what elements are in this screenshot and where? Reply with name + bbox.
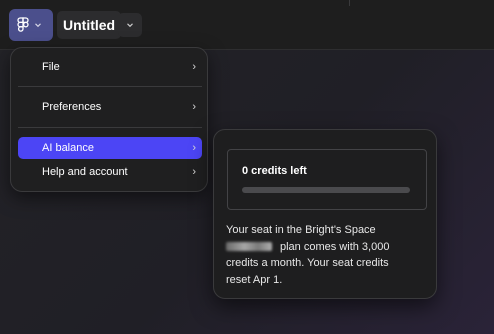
chevron-right-icon: › (192, 166, 196, 178)
menu-item-ai-balance[interactable]: AI balance › (18, 137, 202, 159)
menu-item-file[interactable]: File › (18, 56, 202, 78)
redacted-text (226, 242, 272, 252)
description-line: plan comes with 3,000 (280, 240, 390, 253)
menu-item-help-and-account[interactable]: Help and account › (18, 161, 202, 183)
main-menu-dropdown: File › Preferences › AI balance › Help a… (10, 47, 208, 192)
menu-item-label: Preferences (42, 101, 102, 113)
file-title[interactable]: Untitled (57, 11, 122, 39)
credits-card: 0 credits left (227, 149, 427, 210)
description-line: reset Apr 1. (226, 273, 283, 286)
menu-item-label: Help and account (42, 166, 128, 178)
chevron-right-icon: › (192, 101, 196, 113)
credits-left-label: 0 credits left (242, 165, 307, 177)
credits-description: Your seat in the Bright's Space plan com… (226, 222, 426, 288)
menu-divider (18, 127, 202, 128)
chevron-down-icon (34, 21, 42, 29)
menu-item-preferences[interactable]: Preferences › (18, 96, 202, 118)
chevron-down-icon (126, 16, 134, 34)
menu-divider (18, 86, 202, 87)
menu-item-label: AI balance (42, 142, 94, 154)
file-title-menu-button[interactable] (118, 13, 142, 37)
ai-balance-submenu: 0 credits left Your seat in the Bright's… (213, 129, 437, 299)
figma-logo-icon (17, 16, 29, 34)
chevron-right-icon: › (192, 61, 196, 73)
toolbar-divider (349, 0, 350, 6)
chevron-right-icon: › (192, 142, 196, 154)
top-toolbar: Untitled (0, 0, 494, 50)
description-line: credits a month. Your seat credits (226, 257, 389, 269)
description-line: Your seat in the Bright's Space (226, 224, 376, 236)
menu-item-label: File (42, 61, 60, 73)
credits-progress-bar (242, 187, 410, 193)
main-menu-button[interactable] (9, 9, 53, 41)
